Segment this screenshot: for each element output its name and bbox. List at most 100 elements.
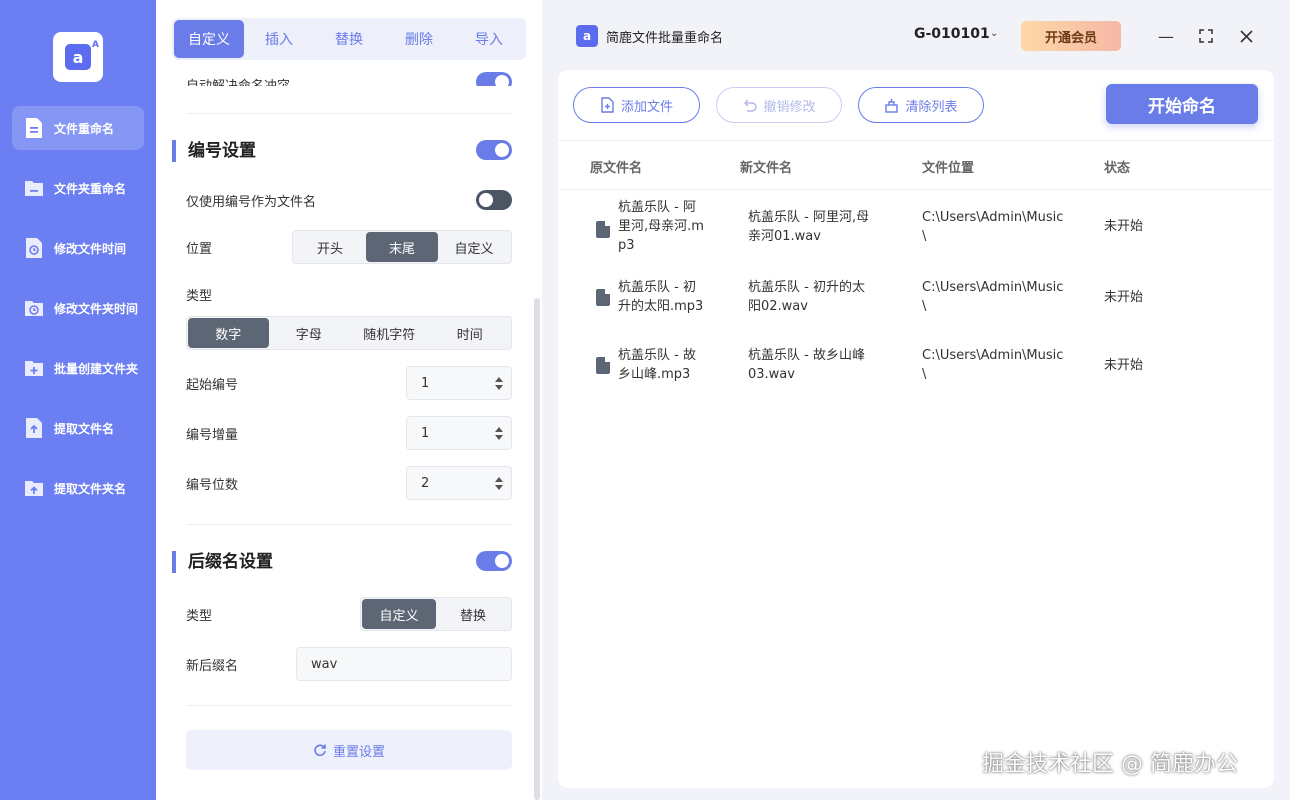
file-rename-icon (26, 118, 42, 138)
tab-insert[interactable]: 插入 (244, 20, 314, 58)
file-extract-icon (26, 418, 42, 438)
step-stepper[interactable]: 1 (406, 416, 512, 450)
decrement-icon[interactable] (495, 484, 503, 490)
new-name-cell: 杭盖乐队 - 阿里河,母 亲河01.wav (748, 210, 870, 244)
suffix-enable-toggle[interactable] (476, 551, 512, 571)
table-header: 原文件名 新文件名 文件位置 状态 (558, 140, 1274, 190)
location-cell: C:\Users\Admin\Music \ (922, 348, 1064, 382)
only-number-toggle[interactable] (476, 190, 512, 210)
sidebar-item-label: 文件夹重命名 (54, 181, 127, 196)
digits-stepper[interactable]: 2 (406, 466, 512, 500)
position-option-start[interactable]: 开头 (294, 232, 366, 262)
digits-row: 编号位数 2 (186, 466, 512, 500)
status-cell: 未开始 (1104, 219, 1144, 234)
decrement-icon[interactable] (495, 384, 503, 390)
clear-list-label: 清除列表 (905, 99, 958, 115)
numbering-enable-toggle[interactable] (476, 140, 512, 160)
chevron-down-icon[interactable]: ⌄ (990, 28, 998, 39)
user-id-dropdown[interactable]: G-010101 (914, 26, 990, 42)
position-option-end[interactable]: 末尾 (366, 232, 438, 262)
watermark: 掘金技术社区 @ 简鹿办公 (982, 752, 1238, 777)
reset-settings-button[interactable]: 重置设置 (186, 730, 512, 770)
type-option-number[interactable]: 数字 (188, 318, 269, 348)
original-name-cell: 杭盖乐队 - 初升的太阳.mp3 (618, 280, 704, 314)
clear-list-button[interactable]: 清除列表 (858, 87, 984, 123)
app-logo: aA (53, 32, 103, 82)
original-name-cell: 杭盖乐队 - 阿里河,母亲河.m p3 (618, 200, 704, 253)
sidebar-item-label: 提取文件名 (54, 421, 115, 436)
type-option-time[interactable]: 时间 (430, 318, 511, 348)
position-segmented: 开头 末尾 自定义 (292, 230, 512, 264)
sidebar-item-extract-file-name[interactable]: 提取文件名 (12, 406, 144, 450)
sidebar: aA 文件重命名 文件夹重命名 修改文件时间 修改文件夹时间 批量创建文件夹 提… (0, 0, 156, 800)
only-number-label: 仅使用编号作为文件名 (186, 194, 317, 210)
column-header-status: 状态 (1104, 161, 1131, 176)
original-name-cell: 杭盖乐队 - 故乡山峰.mp3 (618, 348, 696, 382)
app-title: 简鹿文件批量重命名 (606, 31, 724, 46)
tab-replace[interactable]: 替换 (314, 20, 384, 58)
type-option-letter[interactable]: 字母 (269, 318, 350, 348)
digits-value: 2 (421, 475, 430, 491)
increment-icon[interactable] (495, 476, 503, 482)
start-number-value: 1 (421, 375, 430, 391)
close-icon[interactable] (1234, 24, 1258, 48)
app-icon: a (576, 25, 598, 47)
new-suffix-row: 新后缀名 (186, 647, 512, 681)
undo-button[interactable]: 撤销修改 (716, 87, 842, 123)
tab-delete[interactable]: 删除 (384, 20, 454, 58)
only-number-row: 仅使用编号作为文件名 (186, 190, 512, 210)
file-list-card: 添加文件 撤销修改 清除列表 开始命名 原文件名 新文件名 文件位置 状态 杭盖… (558, 70, 1274, 788)
decrement-icon[interactable] (495, 434, 503, 440)
minimize-icon[interactable]: — (1154, 24, 1178, 48)
maximize-icon[interactable] (1194, 24, 1218, 48)
type-segmented: 数字 字母 随机字符 时间 (186, 316, 512, 350)
start-number-stepper[interactable]: 1 (406, 366, 512, 400)
position-option-custom[interactable]: 自定义 (438, 232, 510, 262)
logo-glyph-icon: aA (65, 40, 99, 70)
new-suffix-label: 新后缀名 (186, 658, 239, 674)
tab-import[interactable]: 导入 (454, 20, 524, 58)
folder-rename-icon (25, 181, 43, 196)
table-row[interactable]: 杭盖乐队 - 阿里河,母亲河.m p3 杭盖乐队 - 阿里河,母 亲河01.wav … (558, 198, 1274, 258)
file-clock-icon (26, 238, 42, 258)
sidebar-item-label: 修改文件夹时间 (54, 301, 139, 316)
settings-panel: 自定义 插入 替换 删除 导入 自动解决命名冲突 编号设置 仅使用编号作为文件名… (156, 0, 542, 800)
add-file-button[interactable]: 添加文件 (573, 87, 700, 123)
settings-scrollbar[interactable] (534, 298, 540, 800)
refresh-icon (314, 744, 326, 757)
numbering-section-title: 编号设置 (172, 140, 256, 162)
sidebar-item-file-rename[interactable]: 文件重命名 (12, 106, 144, 150)
suffix-option-custom[interactable]: 自定义 (362, 599, 436, 629)
column-header-location: 文件位置 (922, 161, 975, 176)
location-cell: C:\Users\Admin\Music \ (922, 210, 1064, 244)
table-row[interactable]: 杭盖乐队 - 初升的太阳.mp3 杭盖乐队 - 初升的太 阳02.wav C:\U… (558, 278, 1274, 322)
type-option-random[interactable]: 随机字符 (349, 318, 430, 348)
table-row[interactable]: 杭盖乐队 - 故乡山峰.mp3 杭盖乐队 - 故乡山峰 03.wav C:\Use… (558, 346, 1274, 390)
file-icon (596, 221, 610, 238)
column-header-new: 新文件名 (740, 161, 793, 176)
tab-custom[interactable]: 自定义 (174, 20, 244, 58)
new-suffix-input[interactable] (296, 647, 512, 681)
title-bar: a 简鹿文件批量重命名 G-010101 ⌄ 开通会员 — (542, 0, 1290, 70)
increment-icon[interactable] (495, 426, 503, 432)
sidebar-item-file-time[interactable]: 修改文件时间 (12, 226, 144, 270)
digits-label: 编号位数 (186, 477, 239, 493)
start-number-label: 起始编号 (186, 377, 239, 393)
suffix-option-replace[interactable]: 替换 (436, 599, 510, 629)
sidebar-item-label: 批量创建文件夹 (54, 361, 139, 376)
divider (186, 705, 512, 706)
location-cell: C:\Users\Admin\Music \ (922, 280, 1064, 314)
step-value: 1 (421, 425, 430, 441)
new-name-cell: 杭盖乐队 - 初升的太 阳02.wav (748, 280, 865, 314)
sidebar-item-batch-create-folder[interactable]: 批量创建文件夹 (12, 346, 144, 390)
increment-icon[interactable] (495, 376, 503, 382)
new-name-cell: 杭盖乐队 - 故乡山峰 03.wav (748, 348, 865, 382)
vip-button[interactable]: 开通会员 (1021, 21, 1121, 51)
sidebar-item-extract-folder-name[interactable]: 提取文件夹名 (12, 466, 144, 510)
step-row: 编号增量 1 (186, 416, 512, 450)
auto-resolve-conflict-toggle[interactable] (476, 72, 512, 86)
sidebar-item-folder-rename[interactable]: 文件夹重命名 (12, 166, 144, 210)
rule-tabs: 自定义 插入 替换 删除 导入 (172, 18, 526, 60)
start-rename-button[interactable]: 开始命名 (1106, 84, 1258, 124)
sidebar-item-folder-time[interactable]: 修改文件夹时间 (12, 286, 144, 330)
